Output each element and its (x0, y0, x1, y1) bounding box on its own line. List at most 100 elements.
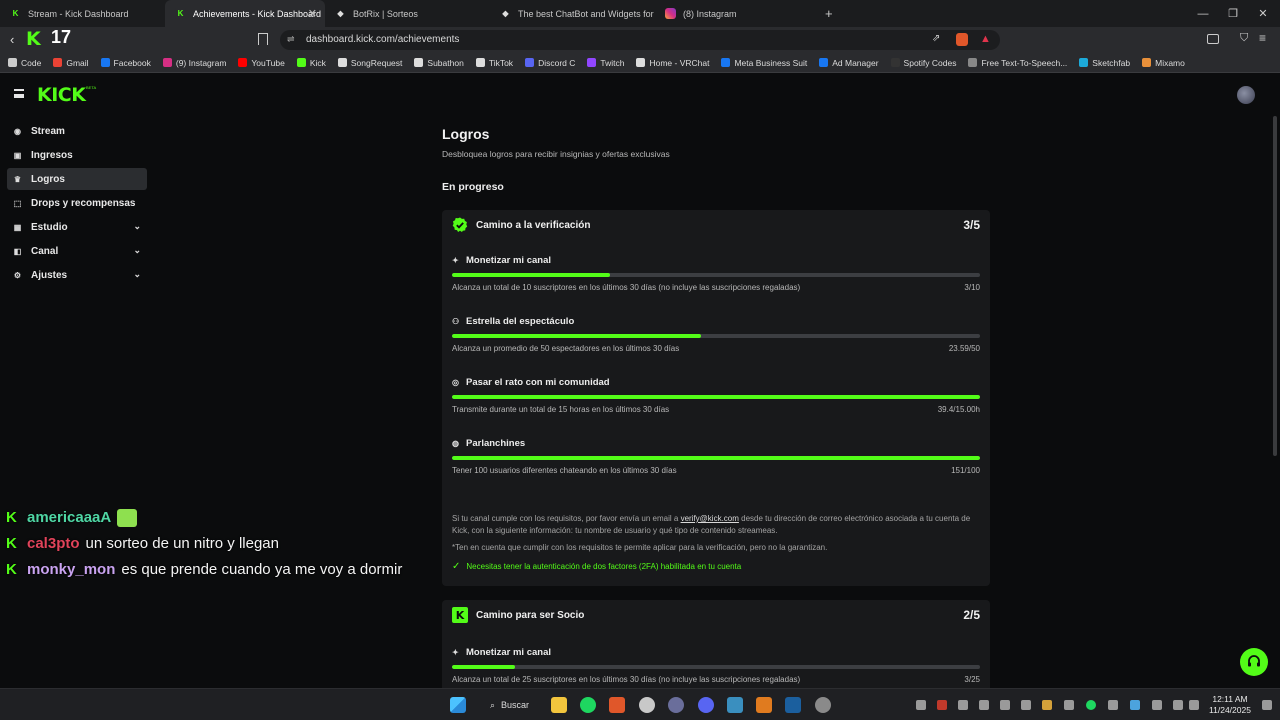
menu-icon[interactable]: ≡ (1259, 31, 1266, 45)
sidebar-item-estudio[interactable]: ▦ Estudio ⌄ (7, 216, 147, 238)
bookmark-item[interactable]: YouTube (238, 58, 285, 68)
brave-rewards-icon[interactable]: ▲ (980, 33, 991, 45)
file-explorer-icon[interactable] (551, 697, 567, 713)
bookmark-favicon-icon (1142, 58, 1152, 67)
bookmark-label: SongRequest (350, 57, 403, 68)
verified-badge-icon (452, 217, 468, 233)
tray-icon[interactable] (1021, 700, 1031, 710)
share-icon[interactable]: ⇗ (932, 33, 940, 44)
scrollbar-thumb[interactable] (1273, 116, 1277, 456)
sidebar-item-canal[interactable]: ◧ Canal ⌄ (7, 240, 147, 262)
task-progress: 39.4/15.00h (937, 405, 980, 414)
tray-icon[interactable] (1064, 700, 1074, 710)
obs-icon[interactable] (639, 697, 655, 713)
tab-stream-dashboard[interactable]: K Stream - Kick Dashboard (0, 0, 165, 27)
tray-icon[interactable] (1042, 700, 1052, 710)
volume-icon[interactable] (1189, 700, 1199, 710)
bookmark-label: TikTok (488, 57, 514, 68)
chat-bubble-icon: ◍ (452, 439, 459, 448)
brave-shields-icon[interactable] (956, 33, 968, 46)
discord-icon[interactable] (698, 697, 714, 713)
bookmark-item[interactable]: TikTok (475, 57, 514, 68)
close-window-button[interactable]: ✕ (1248, 0, 1278, 27)
tab-instagram[interactable]: (8) Instagram (655, 0, 815, 27)
botrix-favicon-icon: ◆ (337, 9, 344, 18)
sidebar-item-stream[interactable]: ◉ Stream (7, 120, 147, 142)
maximize-window-button[interactable]: ❐ (1218, 0, 1248, 27)
tray-icon[interactable] (916, 700, 926, 710)
new-tab-button[interactable]: + (815, 0, 845, 27)
bookmark-item[interactable]: Home - VRChat (636, 58, 709, 68)
bookmark-item[interactable]: Spotify Codes (890, 58, 956, 68)
hamburger-menu-icon[interactable] (14, 89, 24, 98)
bookmark-item[interactable]: Sketchfab (1079, 58, 1130, 68)
tab-chatbot[interactable]: ◆ The best ChatBot and Widgets for Kic (490, 0, 655, 27)
gift-icon: ⬚ (13, 198, 22, 208)
wallet-shield-icon[interactable]: ⛉ (1240, 32, 1248, 45)
sidebar-item-label: Canal (31, 245, 59, 257)
chat-username: cal3pto (27, 535, 80, 552)
tray-icon[interactable] (1108, 700, 1118, 710)
sidebar-item-logros[interactable]: ♛ Logros (7, 168, 147, 190)
bookmark-item[interactable]: Discord C (525, 58, 575, 68)
bookmark-favicon-icon (1079, 58, 1089, 67)
vscode-icon[interactable] (727, 697, 743, 713)
back-arrow-icon[interactable]: ‹ (10, 32, 14, 47)
spotify-icon[interactable] (580, 697, 596, 713)
steam-icon[interactable] (785, 697, 801, 713)
sidebar-toggle-icon[interactable] (1207, 34, 1219, 44)
bookmark-item[interactable]: Ad Manager (819, 58, 879, 68)
url-field[interactable]: ⇌ dashboard.kick.com/achievements ⇗ ▲ (280, 30, 1000, 50)
tray-icon[interactable] (958, 700, 968, 710)
help-chat-button[interactable] (1240, 648, 1268, 676)
tray-icon[interactable] (1130, 700, 1140, 710)
sidebar-item-ajustes[interactable]: ⚙ Ajustes ⌄ (7, 264, 147, 286)
user-avatar[interactable] (1237, 86, 1255, 104)
tab-botrix[interactable]: ◆ BotRix | Sorteos (325, 0, 490, 27)
verify-email-link[interactable]: verify@kick.com (681, 514, 739, 523)
close-tab-icon[interactable]: ✕ (308, 7, 317, 20)
kick-logo[interactable]: KICK (37, 84, 86, 106)
bookmark-item[interactable]: Twitch (587, 58, 624, 68)
kick-dashboard-page: KICK BETA ◉ Stream ▣ Ingresos ♛ Logros ⬚ Drops … (0, 74, 1280, 688)
bookmark-item[interactable]: Subathon (414, 58, 464, 68)
sidebar-item-ingresos[interactable]: ▣ Ingresos (7, 144, 147, 166)
note-text: Si tu canal cumple con los requisitos, p… (452, 514, 681, 523)
task-title: Pasar el rato con mi comunidad (466, 377, 610, 388)
card-count: 2/5 (963, 608, 980, 622)
bookmark-item[interactable]: Facebook (100, 58, 151, 68)
brave-icon[interactable] (609, 697, 625, 713)
bookmark-item[interactable]: Mixamo (1142, 58, 1185, 68)
chevron-down-icon[interactable]: ⌄ (133, 245, 141, 256)
sidebar-item-drops[interactable]: ⬚ Drops y recompensas (7, 192, 147, 214)
microphone-icon[interactable] (1152, 700, 1162, 710)
bookmark-item[interactable]: Code (8, 58, 41, 68)
bookmark-item[interactable]: Free Text-To-Speech... (968, 58, 1067, 68)
network-icon[interactable] (1173, 700, 1183, 710)
tray-icon[interactable] (937, 700, 947, 710)
bookmark-item[interactable]: Kick (296, 58, 326, 68)
chevron-down-icon[interactable]: ⌄ (133, 269, 141, 280)
bookmark-item[interactable]: Gmail (53, 58, 89, 68)
taskbar-search[interactable]: ⌕ Buscar (480, 695, 540, 715)
app-icon[interactable] (668, 697, 684, 713)
site-settings-icon[interactable]: ⇌ (287, 34, 295, 45)
windows-start-icon[interactable] (450, 697, 466, 713)
task-progress: 3/25 (964, 675, 980, 684)
bookmark-icon[interactable] (258, 33, 268, 45)
notifications-icon[interactable] (1262, 700, 1272, 710)
bookmark-item[interactable]: SongRequest (337, 57, 403, 68)
bookmark-item[interactable]: Meta Business Suit (721, 58, 807, 68)
scrollbar[interactable] (1272, 116, 1278, 676)
minimize-window-button[interactable]: — (1188, 0, 1218, 27)
tray-icon[interactable] (1000, 700, 1010, 710)
chevron-down-icon[interactable]: ⌄ (133, 221, 141, 232)
bookmark-item[interactable]: (9) Instagram (162, 58, 226, 68)
app-icon[interactable] (815, 697, 831, 713)
system-clock[interactable]: 12:11 AM 11/24/2025 (1204, 694, 1256, 716)
tray-icon[interactable] (979, 700, 989, 710)
tray-icon[interactable] (1086, 700, 1096, 710)
progress-fill (452, 665, 516, 669)
folder-app-icon[interactable] (756, 697, 772, 713)
tab-achievements-dashboard[interactable]: K Achievements - Kick Dashboard ✕ (165, 0, 325, 27)
